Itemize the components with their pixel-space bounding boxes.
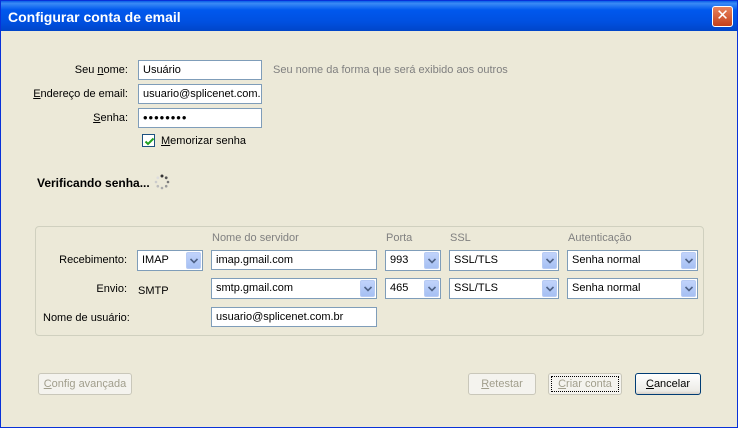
auth-header: Autenticação [568, 232, 632, 244]
outgoing-ssl-select[interactable]: SSL/TLS [449, 278, 559, 299]
outgoing-server-value: smtp.gmail.com [216, 282, 294, 294]
email-input[interactable]: usuario@splicenet.com.b [138, 84, 262, 104]
checkmark-icon [144, 137, 155, 146]
email-label: Endereço de email: [33, 88, 128, 100]
incoming-auth-value: Senha normal [572, 254, 641, 266]
chevron-down-icon[interactable] [542, 252, 557, 269]
ssl-header: SSL [450, 232, 471, 244]
outgoing-ssl-value: SSL/TLS [454, 282, 499, 294]
outgoing-port-select[interactable]: 465 [385, 278, 441, 299]
password-label: Senha: [93, 112, 128, 124]
name-label: Seu nome: [74, 64, 128, 76]
retest-button[interactable]: Retestar [468, 373, 536, 395]
server-name-header: Nome do servidor [212, 232, 299, 244]
incoming-ssl-select[interactable]: SSL/TLS [449, 250, 559, 271]
incoming-protocol-select[interactable]: IMAP [137, 250, 203, 271]
incoming-auth-select[interactable]: Senha normal [567, 250, 698, 271]
password-input[interactable]: •••••••• [138, 108, 262, 128]
outgoing-server-select[interactable]: smtp.gmail.com [211, 278, 377, 299]
status-text: Verificando senha... [37, 176, 150, 190]
outgoing-auth-select[interactable]: Senha normal [567, 278, 698, 299]
name-hint: Seu nome da forma que será exibido aos o… [273, 64, 508, 76]
username-label: Nome de usuário: [43, 312, 130, 324]
loading-spinner-icon [154, 174, 170, 190]
close-icon[interactable]: ✕ [712, 6, 733, 27]
remember-password-label: Memorizar senha [161, 135, 246, 147]
incoming-label: Recebimento: [59, 254, 127, 266]
outgoing-protocol: SMTP [138, 285, 169, 297]
incoming-protocol-value: IMAP [142, 254, 169, 266]
outgoing-label: Envio: [96, 283, 127, 295]
incoming-ssl-value: SSL/TLS [454, 254, 499, 266]
chevron-down-icon[interactable] [681, 280, 696, 297]
name-input[interactable]: Usuário [138, 60, 262, 80]
chevron-down-icon[interactable] [424, 252, 439, 269]
outgoing-auth-value: Senha normal [572, 282, 641, 294]
outgoing-port-value: 465 [390, 282, 409, 294]
chevron-down-icon[interactable] [186, 252, 201, 269]
chevron-down-icon[interactable] [424, 280, 439, 297]
chevron-down-icon[interactable] [360, 280, 375, 297]
chevron-down-icon[interactable] [681, 252, 696, 269]
chevron-down-icon[interactable] [542, 280, 557, 297]
username-input[interactable]: usuario@splicenet.com.br [211, 307, 377, 327]
port-header: Porta [386, 232, 413, 244]
incoming-port-select[interactable]: 993 [385, 250, 441, 271]
incoming-port-value: 993 [390, 254, 409, 266]
incoming-server-input[interactable]: imap.gmail.com [211, 250, 377, 270]
cancel-button[interactable]: Cancelar [635, 373, 701, 395]
remember-password-checkbox[interactable] [142, 134, 155, 147]
advanced-config-button[interactable]: Config avançada [38, 373, 132, 395]
title-bar: Configurar conta de email [1, 1, 737, 31]
window-title: Configurar conta de email [8, 9, 181, 25]
account-setup-dialog: Configurar conta de email ✕ Seu nome: Us… [0, 0, 738, 428]
create-account-button[interactable]: Criar conta [548, 373, 622, 395]
